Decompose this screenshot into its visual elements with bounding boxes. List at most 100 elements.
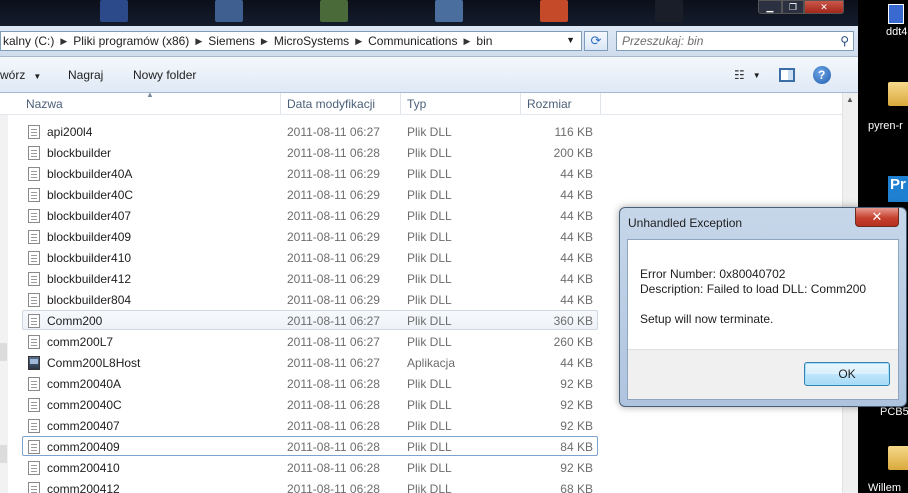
file-name: comm20040C (47, 398, 122, 412)
file-row[interactable]: blockbuilder40C 2011-08-11 06:29 Plik DLL 4… (22, 184, 598, 204)
breadcrumb-chevron-icon[interactable]: ▶ (261, 36, 268, 47)
nav-pane-scroll-thumb[interactable] (0, 445, 7, 463)
desktop-app-icon (655, 0, 683, 22)
file-name: comm20040A (47, 377, 122, 391)
column-header-size[interactable]: Rozmiar (527, 97, 572, 111)
desktop-label[interactable]: Willem (868, 482, 901, 493)
breadcrumb-chevron-icon[interactable]: ▶ (463, 36, 470, 47)
file-name: comm200409 (47, 440, 120, 454)
sort-ascending-icon: ▲ (146, 90, 154, 99)
file-date: 2011-08-11 06:29 (287, 167, 380, 181)
file-row[interactable]: comm20040C 2011-08-11 06:28 Plik DLL 92 KB (22, 394, 598, 414)
file-name: blockbuilder40A (47, 167, 133, 181)
dll-file-icon (28, 188, 40, 202)
file-row[interactable]: Comm200 2011-08-11 06:27 Plik DLL 360 KB (22, 310, 598, 330)
nav-pane-scrollbar[interactable] (0, 115, 8, 493)
desktop-app-icon (215, 0, 243, 22)
breadcrumb-chevron-icon[interactable]: ▶ (60, 36, 67, 47)
breadcrumb-drive[interactable]: kalny (C:) (3, 34, 54, 48)
breadcrumb-program-files[interactable]: Pliki programów (x86) (73, 34, 189, 48)
breadcrumb-microsystems[interactable]: MicroSystems (274, 34, 349, 48)
refresh-button[interactable]: ⟳ (584, 31, 608, 51)
close-icon[interactable]: ✕ (855, 208, 899, 227)
column-header-name[interactable]: Nazwa (26, 97, 63, 111)
file-row[interactable]: blockbuilder409 2011-08-11 06:29 Plik DLL 4… (22, 226, 598, 246)
file-name: comm200412 (47, 482, 120, 493)
file-type: Plik DLL (407, 188, 452, 202)
search-input[interactable] (617, 32, 827, 50)
minimize-button[interactable]: ▁ (758, 0, 782, 14)
file-row[interactable]: blockbuilder410 2011-08-11 06:29 Plik DLL 4… (22, 247, 598, 267)
file-row[interactable]: api200l4 2011-08-11 06:27 Plik DLL 116 KB (22, 121, 598, 141)
file-size: 92 KB (560, 419, 593, 433)
column-divider[interactable] (400, 93, 401, 115)
file-row[interactable]: blockbuilder 2011-08-11 06:28 Plik DLL 200 … (22, 142, 598, 162)
desktop-app-icon (540, 0, 568, 22)
burn-button[interactable]: Nagraj (68, 68, 103, 82)
desktop-label[interactable]: ddt4 (886, 26, 907, 38)
file-date: 2011-08-11 06:28 (287, 146, 380, 160)
close-window-button[interactable]: ✕ (804, 0, 844, 14)
dll-file-icon (28, 251, 40, 265)
file-size: 92 KB (560, 461, 593, 475)
file-size: 44 KB (560, 251, 593, 265)
folder-icon[interactable] (888, 82, 908, 106)
file-date: 2011-08-11 06:28 (287, 440, 380, 454)
file-type: Plik DLL (407, 125, 452, 139)
desktop-label: Pr (890, 176, 906, 193)
file-type: Plik DLL (407, 314, 452, 328)
breadcrumb-chevron-icon[interactable]: ▶ (355, 36, 362, 47)
file-row[interactable]: comm200412 2011-08-11 06:28 Plik DLL 68 KB (22, 478, 598, 493)
file-row[interactable]: blockbuilder804 2011-08-11 06:29 Plik DLL 4… (22, 289, 598, 309)
search-icon[interactable]: ⚲ (840, 34, 849, 48)
scroll-up-icon[interactable]: ▲ (846, 95, 854, 104)
file-name: Comm200 (47, 314, 103, 328)
file-name: blockbuilder40C (47, 188, 134, 202)
folder-icon[interactable] (888, 446, 908, 470)
column-header-type[interactable]: Typ (407, 97, 426, 111)
file-size: 92 KB (560, 377, 593, 391)
file-size: 200 KB (553, 146, 593, 160)
file-row[interactable]: blockbuilder40A 2011-08-11 06:29 Plik DLL 4… (22, 163, 598, 183)
file-row[interactable]: blockbuilder412 2011-08-11 06:29 Plik DLL 4… (22, 268, 598, 288)
file-date: 2011-08-11 06:27 (287, 335, 380, 349)
dll-file-icon (28, 209, 40, 223)
desktop-label[interactable]: pyren-r (868, 120, 903, 132)
command-bar: wórz ▼ Nagraj Nowy folder ☷ ▼ ? (0, 57, 858, 93)
organize-menu[interactable]: wórz ▼ (0, 68, 41, 82)
file-row[interactable]: blockbuilder407 2011-08-11 06:29 Plik DLL 4… (22, 205, 598, 225)
address-dropdown-icon[interactable]: ▼ (566, 35, 575, 45)
file-name: blockbuilder407 (47, 209, 132, 223)
breadcrumb-chevron-icon[interactable]: ▶ (195, 36, 202, 47)
preview-pane-icon[interactable] (778, 68, 795, 82)
breadcrumb-communications[interactable]: Communications (368, 34, 457, 48)
address-bar[interactable]: kalny (C:) ▶ Pliki programów (x86) ▶ Sie… (0, 31, 582, 51)
nav-pane-scroll-thumb[interactable] (0, 343, 7, 361)
new-folder-button[interactable]: Nowy folder (133, 68, 196, 82)
file-date: 2011-08-11 06:28 (287, 482, 380, 493)
desktop-app-icon[interactable] (888, 4, 904, 24)
desktop-app-icon[interactable]: Pr (888, 176, 908, 202)
ok-button[interactable]: OK (804, 362, 890, 386)
column-divider[interactable] (280, 93, 281, 115)
help-icon[interactable]: ? (812, 66, 831, 84)
maximize-button[interactable]: ❐ (782, 0, 804, 14)
column-divider[interactable] (520, 93, 521, 115)
column-header-date[interactable]: Data modyfikacji (287, 97, 375, 111)
file-type: Plik DLL (407, 377, 452, 391)
file-row[interactable]: comm20040A 2011-08-11 06:28 Plik DLL 92 KB (22, 373, 598, 393)
view-options-icon[interactable]: ☷ (734, 68, 745, 82)
breadcrumb-siemens[interactable]: Siemens (208, 34, 255, 48)
file-date: 2011-08-11 06:29 (287, 230, 380, 244)
file-row[interactable]: comm200407 2011-08-11 06:28 Plik DLL 92 KB (22, 415, 598, 435)
file-size: 260 KB (553, 335, 593, 349)
column-divider[interactable] (600, 93, 601, 115)
desktop-label[interactable]: PCB5 (880, 406, 908, 418)
file-row[interactable]: Comm200L8Host 2011-08-11 06:27 Aplikacja 44… (22, 352, 598, 372)
chevron-down-icon[interactable]: ▼ (753, 71, 761, 80)
dll-file-icon (28, 167, 40, 181)
file-row[interactable]: comm200410 2011-08-11 06:28 Plik DLL 92 KB (22, 457, 598, 477)
file-row[interactable]: comm200409 2011-08-11 06:28 Plik DLL 84 KB (22, 436, 598, 456)
breadcrumb-bin[interactable]: bin (476, 34, 492, 48)
file-row[interactable]: comm200L7 2011-08-11 06:27 Plik DLL 260 KB (22, 331, 598, 351)
